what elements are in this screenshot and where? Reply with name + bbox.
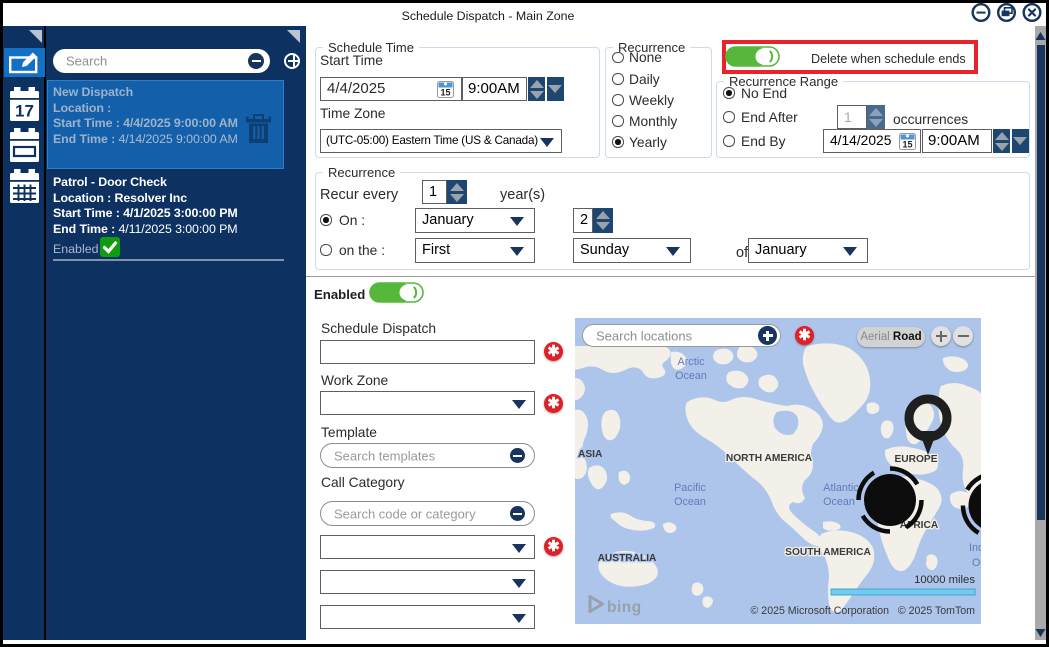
svg-text:ASIA: ASIA: [578, 449, 603, 460]
svg-text:© 2025 Microsoft Corporation: © 2025 Microsoft Corporation © 2025 TomT…: [751, 605, 976, 617]
svg-text:Atlantic: Atlantic: [823, 482, 859, 494]
svg-text:15: 15: [902, 140, 912, 150]
svg-text:AUSTRALIA: AUSTRALIA: [598, 553, 657, 564]
svg-text:Arctic: Arctic: [678, 356, 706, 368]
svg-text:NORTH AMERICA: NORTH AMERICA: [726, 453, 813, 464]
svg-text:Ocean: Ocean: [823, 496, 855, 508]
svg-text:Indian: Indian: [969, 542, 981, 554]
svg-text:10000 miles: 10000 miles: [914, 574, 975, 586]
svg-text:17: 17: [15, 102, 34, 121]
svg-text:bing: bing: [607, 599, 642, 616]
svg-text:EUROPE: EUROPE: [894, 454, 937, 465]
svg-text:Ocean: Ocean: [674, 496, 706, 508]
svg-text:15: 15: [440, 88, 450, 98]
svg-text:Ocean: Ocean: [972, 557, 981, 569]
svg-text:Ocean: Ocean: [675, 370, 707, 382]
svg-text:Pacific: Pacific: [674, 482, 706, 494]
svg-text:SOUTH AMERICA: SOUTH AMERICA: [785, 547, 871, 558]
